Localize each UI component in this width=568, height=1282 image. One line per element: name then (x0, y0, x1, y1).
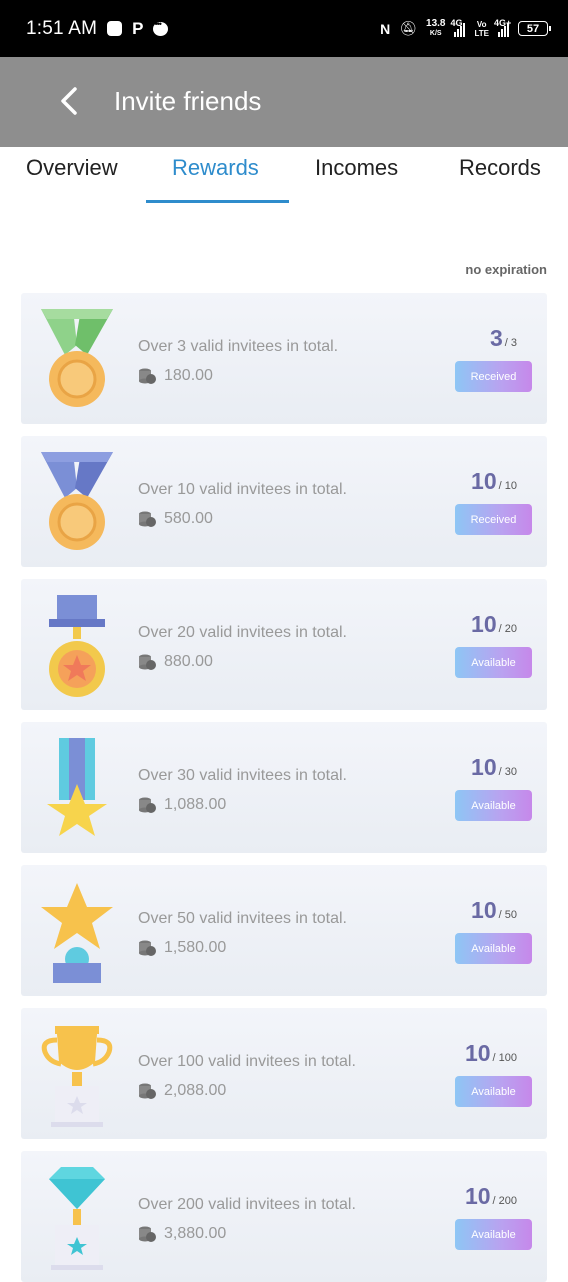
gold-cup-trophy-icon (41, 1026, 113, 1127)
coins-icon (139, 368, 156, 384)
reward-card: Over 100 valid invitees in total. 2,088.… (21, 1008, 547, 1139)
tab-records[interactable]: Records (459, 155, 541, 181)
reward-progress: 10 / 100 (464, 1040, 517, 1066)
available-button[interactable]: Available (455, 1076, 532, 1107)
nfc-icon: N (380, 20, 391, 37)
reward-description: Over 50 valid invitees in total. (138, 910, 347, 927)
reward-description: Over 10 valid invitees in total. (138, 481, 347, 498)
reward-description: Over 30 valid invitees in total. (138, 767, 347, 784)
signal-icon: 4G (450, 18, 466, 37)
reward-card: Over 3 valid invitees in total. 180.00 3… (21, 293, 547, 424)
coins-icon (139, 797, 156, 813)
expiry-note: no expiration (465, 262, 547, 277)
reward-amount: 1,088.00 (138, 796, 226, 814)
reward-progress: 10 / 50 (471, 897, 517, 923)
available-button[interactable]: Available (455, 790, 532, 821)
reward-card: Over 10 valid invitees in total. 580.00 … (21, 436, 547, 567)
reward-progress: 10 / 30 (471, 754, 517, 780)
blue-ribbon-medal-icon (41, 452, 113, 550)
coins-icon (139, 940, 156, 956)
volte-indicator: Vo LTE (474, 19, 489, 38)
back-arrow-icon[interactable] (56, 87, 84, 115)
reward-amount: 580.00 (138, 510, 213, 528)
battery-icon: 57 (518, 21, 551, 36)
tab-incomes[interactable]: Incomes (315, 155, 398, 181)
tab-overview[interactable]: Overview (26, 155, 118, 181)
reward-progress: 3 / 3 (489, 325, 517, 351)
reward-progress: 10 / 10 (471, 468, 517, 494)
reward-description: Over 3 valid invitees in total. (138, 338, 339, 355)
reward-amount: 3,880.00 (138, 1225, 226, 1243)
reward-progress: 10 / 200 (464, 1183, 517, 1209)
signal-icon-2: 4G+ (494, 18, 511, 37)
reward-card: Over 50 valid invitees in total. 1,580.0… (21, 865, 547, 996)
reward-amount: 180.00 (138, 367, 213, 385)
star-pendant-medal-icon (49, 595, 105, 697)
diamond-trophy-icon (49, 1167, 105, 1270)
app-notification-icon (107, 21, 123, 36)
reward-amount: 880.00 (138, 653, 213, 671)
received-button[interactable]: Received (455, 504, 532, 535)
reward-description: Over 200 valid invitees in total. (138, 1196, 356, 1213)
reward-progress: 10 / 20 (471, 611, 517, 637)
available-button[interactable]: Available (455, 1219, 532, 1250)
network-speed: 13.8 K/S (426, 17, 446, 37)
active-tab-indicator (146, 200, 289, 203)
reward-card: Over 200 valid invitees in total. 3,880.… (21, 1151, 547, 1282)
message-icon (153, 19, 169, 36)
coins-icon (139, 1226, 156, 1242)
coins-icon (139, 511, 156, 527)
coins-icon (139, 654, 156, 670)
green-ribbon-medal-icon (41, 309, 113, 407)
reward-card: Over 30 valid invitees in total. 1,088.0… (21, 722, 547, 853)
status-time: 1:51 AM (26, 17, 98, 39)
tab-rewards[interactable]: Rewards (172, 155, 259, 181)
available-button[interactable]: Available (455, 933, 532, 964)
available-button[interactable]: Available (455, 647, 532, 678)
reward-description: Over 20 valid invitees in total. (138, 624, 347, 641)
reward-amount: 2,088.00 (138, 1082, 226, 1100)
received-button[interactable]: Received (455, 361, 532, 392)
p-app-icon: P (132, 18, 144, 38)
page-title: Invite friends (114, 86, 262, 116)
app-header: Invite friends (0, 57, 568, 147)
mute-bell-icon: 🔕︎ (399, 20, 418, 36)
reward-amount: 1,580.00 (138, 939, 226, 957)
notification-icons: P (107, 18, 169, 39)
status-bar: 1:51 AM P N 🔕︎ 13.8 K/S 4G Vo LTE 4G+ 57 (0, 0, 568, 57)
reward-card: Over 20 valid invitees in total. 880.00 … (21, 579, 547, 710)
star-ribbon-medal-icon (47, 738, 107, 836)
star-trophy-icon (41, 883, 113, 983)
reward-description: Over 100 valid invitees in total. (138, 1053, 356, 1070)
tab-bar: Overview Rewards Incomes Records (0, 147, 568, 205)
system-icons: N 🔕︎ 13.8 K/S 4G Vo LTE 4G+ 57 (380, 17, 551, 39)
coins-icon (139, 1083, 156, 1099)
